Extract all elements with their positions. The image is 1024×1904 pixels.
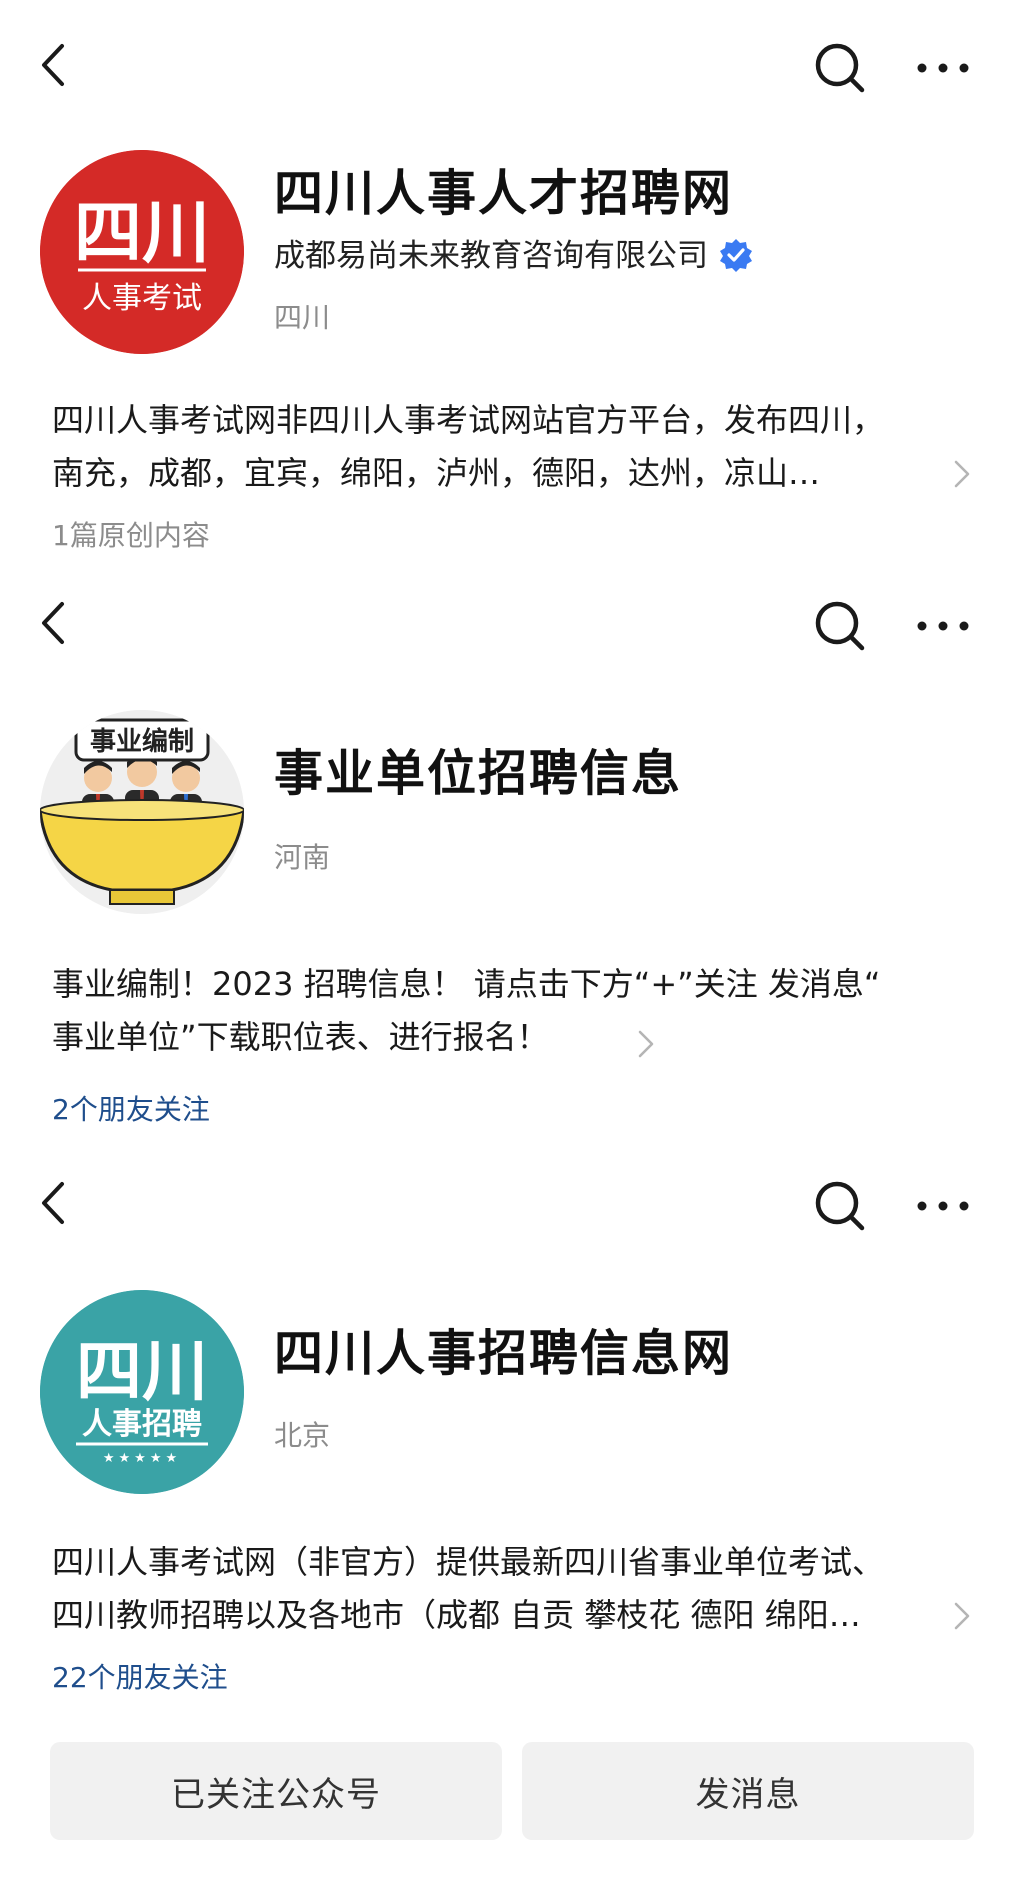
chevron-left-icon [42, 1182, 64, 1224]
more-icon [917, 63, 969, 73]
account-description[interactable]: 四川人事考试网（非官方）提供最新四川省事业单位考试、 四川教师招聘以及各地市（成… [52, 1536, 932, 1642]
description-line: 四川人事考试网非四川人事考试网站官方平台，发布四川， [52, 401, 885, 439]
account-avatar-1[interactable]: 四川 人事考试 [40, 150, 244, 354]
search-icon [815, 1181, 865, 1231]
avatar-label: 事业编制 [90, 726, 194, 757]
account-avatar-2[interactable]: 事业编制 [40, 710, 244, 914]
chevron-left-icon [42, 602, 64, 644]
top-bar-2 [0, 584, 1024, 664]
search-button[interactable] [812, 598, 868, 654]
region-label: 四川 [274, 301, 331, 334]
account-name: 事业单位招聘信息 [274, 745, 683, 802]
avatar-text-line2: 人事考试 [82, 281, 202, 316]
top-bar-1 [0, 26, 1024, 106]
account-name: 四川人事招聘信息网 [274, 1325, 734, 1382]
account-name: 四川人事人才招聘网 [274, 165, 734, 222]
chevron-right-icon[interactable] [952, 458, 972, 490]
description-line: 事业单位”下载职位表、进行报名！ [52, 1018, 549, 1056]
search-button[interactable] [812, 1178, 868, 1234]
back-button[interactable] [30, 40, 80, 90]
avatar-text-line2: 人事招聘 [82, 1407, 202, 1442]
account-avatar-3[interactable]: 四川 人事招聘 ★★★★★ [40, 1290, 244, 1494]
top-bar-3 [0, 1164, 1024, 1244]
chevron-right-icon[interactable] [952, 1600, 972, 1632]
back-button[interactable] [30, 1178, 80, 1228]
more-icon [917, 621, 969, 631]
followed-button[interactable]: 已关注公众号 [50, 1742, 502, 1840]
avatar-stars: ★★★★★ [103, 1451, 181, 1466]
back-button[interactable] [30, 598, 80, 648]
send-message-button[interactable]: 发消息 [522, 1742, 974, 1840]
region-label: 河南 [274, 841, 331, 874]
verified-badge-icon [720, 238, 752, 272]
friends-following[interactable]: 2个朋友关注 [52, 1088, 210, 1128]
more-button[interactable] [912, 48, 974, 88]
avatar-logo: 四川 人事招聘 ★★★★★ [40, 1290, 244, 1494]
description-line: 四川教师招聘以及各地市（成都 自贡 攀枝花 德阳 绵阳… [52, 1596, 861, 1634]
search-icon [815, 43, 865, 93]
search-button[interactable] [812, 40, 868, 96]
description-line: 事业编制！2023 招聘信息！ 请点击下方“+”关注 发消息“ [52, 965, 881, 1003]
avatar-text-line1: 四川 [74, 194, 210, 273]
account-description[interactable]: 四川人事考试网非四川人事考试网站官方平台，发布四川， 南充，成都，宜宾，绵阳，泸… [52, 394, 932, 500]
original-content-count: 1篇原创内容 [52, 519, 210, 552]
avatar-text-line1: 四川 [76, 1333, 208, 1410]
region-label: 北京 [274, 1419, 331, 1452]
description-line: 南充，成都，宜宾，绵阳，泸州，德阳，达州，凉山… [52, 454, 821, 492]
search-icon [815, 601, 865, 651]
chevron-left-icon [42, 44, 64, 86]
friends-following[interactable]: 22个朋友关注 [52, 1656, 228, 1696]
more-button[interactable] [912, 606, 974, 646]
more-icon [917, 1201, 969, 1211]
company-name: 成都易尚未来教育咨询有限公司 [274, 238, 708, 274]
chevron-right-icon[interactable] [636, 1028, 656, 1060]
account-description[interactable]: 事业编制！2023 招聘信息！ 请点击下方“+”关注 发消息“ 事业单位”下载职… [52, 958, 932, 1064]
avatar-illustration: 事业编制 [40, 710, 244, 914]
description-line: 四川人事考试网（非官方）提供最新四川省事业单位考试、 [52, 1543, 885, 1581]
avatar-logo: 四川 人事考试 [40, 150, 244, 354]
more-button[interactable] [912, 1186, 974, 1226]
company-line: 成都易尚未来教育咨询有限公司 [274, 230, 754, 276]
